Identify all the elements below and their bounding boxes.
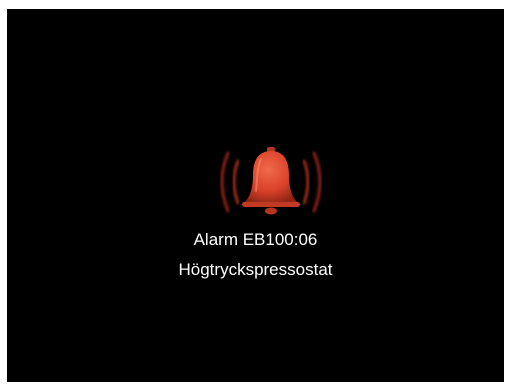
alarm-bell-icon — [206, 141, 336, 221]
alarm-screen: Alarm EB100:06 Högtryckspressostat — [7, 9, 504, 382]
alarm-description: Högtryckspressostat — [178, 260, 333, 279]
alarm-code: Alarm EB100:06 — [193, 230, 318, 249]
